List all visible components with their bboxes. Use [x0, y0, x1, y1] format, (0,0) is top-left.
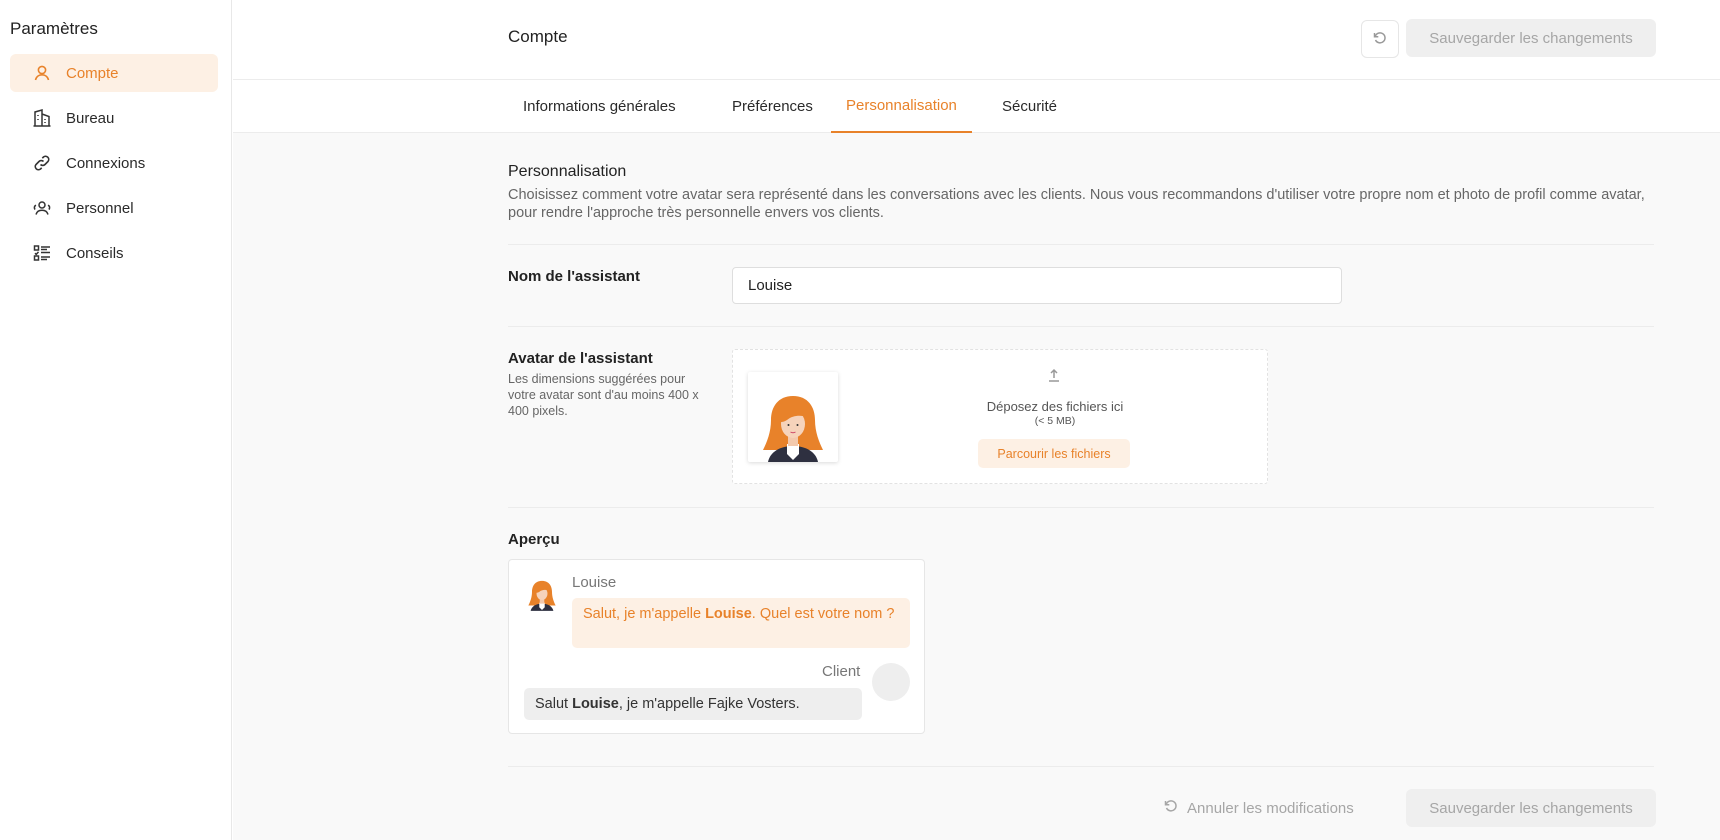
- bot-message-text: . Quel est votre nom ?: [751, 606, 895, 622]
- sidebar-item-label: Connexions: [66, 154, 146, 172]
- cancel-changes-button[interactable]: Annuler les modifications: [1163, 789, 1354, 827]
- dropzone-text: Déposez des fichiers ici: [986, 399, 1124, 414]
- tab-informations-generales[interactable]: Informations générales: [508, 80, 691, 133]
- sidebar: Paramètres Compte Bureau Connexions Pers…: [0, 0, 232, 840]
- building-icon: [32, 108, 52, 128]
- page-title: Compte: [508, 27, 568, 46]
- bot-message-name: Louise: [705, 606, 752, 622]
- avatar-dropzone[interactable]: Déposez des fichiers ici (< 5 MB) Parcou…: [732, 349, 1268, 484]
- sidebar-item-label: Compte: [66, 64, 119, 82]
- link-icon: [32, 153, 52, 173]
- tab-preferences[interactable]: Préférences: [717, 80, 828, 133]
- section-description: Choisissez comment votre avatar sera rep…: [508, 187, 1645, 221]
- client-message: Salut Louise, je m'appelle Fajke Vosters…: [524, 688, 862, 720]
- sidebar-nav: Compte Bureau Connexions Personnel Conse…: [10, 54, 218, 279]
- sidebar-item-label: Conseils: [66, 244, 124, 262]
- reset-button[interactable]: [1361, 20, 1399, 58]
- assistant-name-input[interactable]: [732, 267, 1342, 304]
- client-name: Client: [822, 663, 861, 680]
- avatar-image: [748, 372, 838, 462]
- save-button-top[interactable]: Sauvegarder les changements: [1406, 19, 1656, 57]
- sidebar-item-compte[interactable]: Compte: [10, 54, 218, 92]
- people-icon: [32, 198, 52, 218]
- sidebar-item-conseils[interactable]: Conseils: [10, 234, 218, 272]
- client-message-text: Salut: [535, 696, 573, 712]
- tab-personnalisation[interactable]: Personnalisation: [831, 80, 972, 133]
- save-button-bottom[interactable]: Sauvegarder les changements: [1406, 789, 1656, 827]
- client-message-text: , je m'appelle Fajke Vosters.: [618, 696, 800, 712]
- bot-message: Salut, je m'appelle Louise. Quel est vot…: [572, 598, 910, 648]
- sidebar-item-bureau[interactable]: Bureau: [10, 99, 218, 137]
- sidebar-item-personnel[interactable]: Personnel: [10, 189, 218, 227]
- checklist-icon: [32, 243, 52, 263]
- upload-icon: [1046, 367, 1062, 388]
- sidebar-item-label: Bureau: [66, 109, 115, 127]
- divider: [508, 326, 1654, 327]
- sidebar-item-label: Personnel: [66, 199, 134, 217]
- section-title: Personnalisation: [508, 163, 627, 180]
- assistant-name-label: Nom de l'assistant: [508, 268, 640, 285]
- divider: [508, 244, 1654, 245]
- tab-securite[interactable]: Sécurité: [987, 80, 1072, 133]
- user-icon: [32, 63, 52, 83]
- dropzone-size-limit: (< 5 MB): [1034, 415, 1076, 427]
- client-avatar: [872, 663, 910, 701]
- preview-label: Aperçu: [508, 531, 560, 548]
- undo-icon: [1163, 798, 1187, 818]
- divider: [508, 766, 1654, 767]
- chat-preview: Louise Salut, je m'appelle Louise. Quel …: [508, 559, 925, 734]
- sidebar-title: Paramètres: [10, 19, 98, 38]
- main-content: Personnalisation Choisissez comment votr…: [233, 133, 1720, 840]
- top-header: Compte Sauvegarder les changements: [233, 0, 1720, 80]
- assistant-avatar-hint: Les dimensions suggérées pour votre avat…: [508, 372, 699, 418]
- undo-icon: [1372, 30, 1388, 49]
- bot-name: Louise: [572, 574, 617, 591]
- browse-files-button[interactable]: Parcourir les fichiers: [978, 439, 1130, 468]
- tab-bar: Informations générales Préférences Perso…: [233, 80, 1720, 133]
- assistant-avatar-label: Avatar de l'assistant: [508, 350, 653, 367]
- client-message-name: Louise: [572, 696, 619, 712]
- cancel-changes-label: Annuler les modifications: [1187, 799, 1354, 817]
- sidebar-item-connexions[interactable]: Connexions: [10, 144, 218, 182]
- divider: [508, 507, 1654, 508]
- bot-message-text: Salut, je m'appelle: [583, 606, 706, 622]
- bot-avatar: [525, 576, 559, 612]
